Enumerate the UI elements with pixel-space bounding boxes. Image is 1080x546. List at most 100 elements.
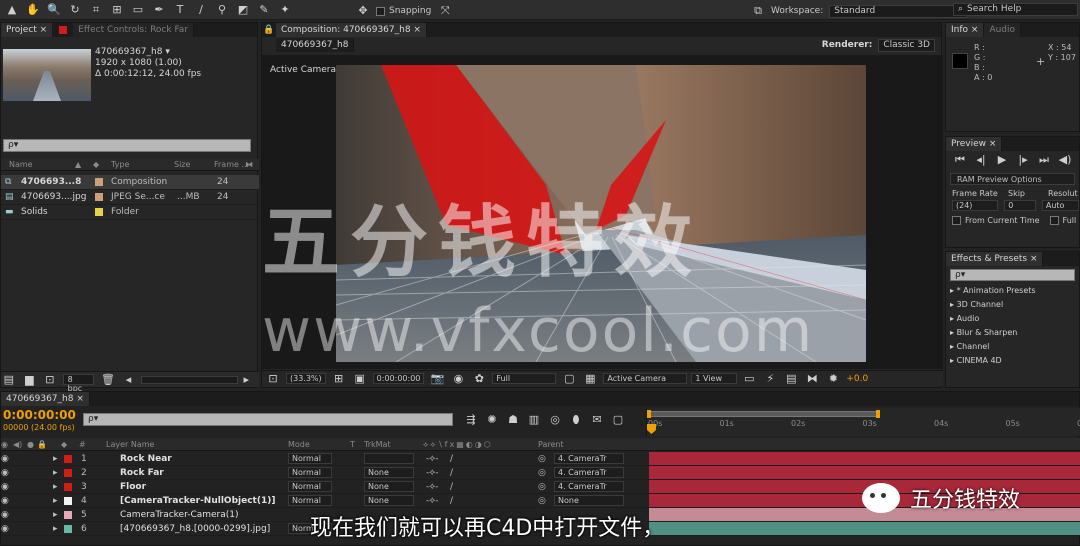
layer-row[interactable]: ◉ ▸ 2 Rock Far Normal None -⟡- ∕ ◎ 4. CameraTr — [1, 466, 1080, 480]
scroll-right-icon[interactable]: ▸ — [238, 372, 254, 388]
workspace-select[interactable]: Standard — [829, 4, 968, 18]
hand-tool-icon[interactable]: ✋ — [25, 2, 41, 18]
effects-category-item[interactable]: ▸ Channel — [950, 340, 1079, 354]
lock-icon[interactable]: 🔒 — [262, 25, 276, 35]
tab-effect-controls[interactable]: Effect Controls: Rock Far — [73, 23, 195, 37]
layer-name[interactable]: Rock Far — [120, 468, 164, 478]
new-composition-icon[interactable]: ⊡ — [42, 372, 58, 388]
tab-timeline[interactable]: 470669367_h8 × — [1, 392, 90, 406]
renderer-select[interactable]: Classic 3D — [878, 38, 935, 52]
project-search-field[interactable]: ρ▾ — [3, 139, 251, 152]
resolution-select[interactable]: Auto — [1041, 200, 1079, 211]
layer-duration-bar[interactable] — [649, 522, 1080, 535]
from-current-time-checkbox[interactable] — [952, 216, 961, 225]
tab-composition[interactable]: Composition: 470669367_h8 × — [276, 23, 427, 37]
effects-category-item[interactable]: ▸ 3D Channel — [950, 298, 1079, 312]
col-frame[interactable]: Frame ... — [214, 160, 249, 169]
comp-frame[interactable] — [336, 65, 866, 362]
quality-icon[interactable]: ∕ — [450, 482, 453, 492]
rectangle-tool-icon[interactable]: ▭ — [130, 2, 146, 18]
tab-info[interactable]: Info × — [946, 23, 985, 37]
visibility-eye-icon[interactable]: ◉ — [1, 454, 9, 464]
time-ruler[interactable]: 00s01s02s03s04s05s06 — [646, 408, 1080, 436]
pen-tool-icon[interactable]: ✒ — [151, 2, 167, 18]
layer-mode-select[interactable]: Normal — [288, 453, 332, 464]
track-matte-select[interactable]: None — [364, 467, 414, 478]
expand-arrow-icon[interactable]: ▸ — [53, 510, 58, 520]
safe-zones-icon[interactable]: ⊞ — [331, 371, 347, 387]
new-folder-icon[interactable]: ▆ — [22, 372, 38, 388]
type-tool-icon[interactable]: T — [172, 2, 188, 18]
layer-mode-select[interactable]: Normal — [288, 481, 332, 492]
expand-arrow-icon[interactable]: ▸ — [53, 482, 58, 492]
timeline-search-field[interactable]: ρ▾ — [83, 413, 453, 426]
effects-category-item[interactable]: ▸ CINEMA 4D — [950, 354, 1079, 368]
col-trkmat[interactable]: TrkMat — [364, 440, 391, 449]
roto-brush-tool-icon[interactable]: ✎ — [256, 2, 272, 18]
layer-name[interactable]: [CameraTracker-NullObject(1)] — [120, 496, 275, 506]
expand-arrow-icon[interactable]: ▸ — [53, 496, 58, 506]
effects-search-field[interactable]: ρ▾ — [950, 269, 1075, 281]
parent-pickwhip-icon[interactable]: ◎ — [538, 468, 546, 478]
axis-mode-icon[interactable]: ✥ — [355, 3, 371, 19]
effects-category-item[interactable]: ▸ Audio — [950, 312, 1079, 326]
quality-icon[interactable]: ∕ — [450, 496, 453, 506]
visibility-eye-icon[interactable]: ◉ — [1, 468, 9, 478]
layer-name[interactable]: [470669367_h8.[0000-0299].jpg] — [120, 524, 270, 534]
tab-project[interactable]: Project × — [1, 23, 54, 37]
channel-icon[interactable]: ✿ — [471, 371, 487, 387]
exposure-value[interactable]: +0.0 — [846, 374, 868, 384]
current-time-field[interactable]: 0:00:00:00 — [372, 373, 425, 384]
zoom-select[interactable]: (33.3%) — [286, 373, 326, 384]
project-scrollbar[interactable] — [141, 375, 239, 384]
layer-label-swatch[interactable] — [64, 483, 72, 491]
layer-name[interactable]: Floor — [120, 482, 146, 492]
zoom-tool-icon[interactable]: 🔍 — [46, 2, 62, 18]
mask-visibility-icon[interactable]: ▣ — [352, 371, 368, 387]
col-layer-name[interactable]: Layer Name — [106, 440, 154, 449]
transparency-grid-icon[interactable]: ▦ — [582, 371, 598, 387]
layer-duration-bar[interactable] — [649, 466, 1080, 479]
eraser-tool-icon[interactable]: ◩ — [235, 2, 251, 18]
brush-tool-icon[interactable]: ∕ — [193, 2, 209, 18]
camera-view-select[interactable]: Active Camera — [603, 373, 688, 384]
live-update-icon[interactable]: ▢ — [610, 412, 626, 428]
col-mode[interactable]: Mode — [288, 440, 310, 449]
visibility-eye-icon[interactable]: ◉ — [1, 496, 9, 506]
layer-name[interactable]: CameraTracker-Camera(1) — [120, 510, 239, 520]
col-size[interactable]: Size — [174, 160, 190, 169]
visibility-eye-icon[interactable]: ◉ — [1, 524, 9, 534]
expand-arrow-icon[interactable]: ▸ — [53, 524, 58, 534]
parent-pickwhip-icon[interactable]: ◎ — [538, 496, 546, 506]
flowchart-icon[interactable]: ⧓ — [804, 371, 820, 387]
visibility-eye-icon[interactable]: ◉ — [1, 482, 9, 492]
next-frame-icon[interactable]: |▸ — [1015, 152, 1031, 168]
track-matte-select[interactable]: None — [364, 481, 414, 492]
effects-category-item[interactable]: ▸ Blur & Sharpen — [950, 326, 1079, 340]
track-matte-select[interactable]: None — [364, 495, 414, 506]
playhead-icon[interactable] — [647, 424, 656, 434]
layer-switch-icon[interactable]: -⟡- — [426, 454, 438, 464]
layer-duration-bar[interactable] — [649, 452, 1080, 465]
fast-previews-icon[interactable]: ⚡ — [762, 371, 778, 387]
tab-preview[interactable]: Preview × — [946, 137, 1003, 151]
layer-switch-icon[interactable]: -⟡- — [426, 468, 438, 478]
skip-select[interactable]: 0 — [1004, 200, 1036, 211]
col-name[interactable]: Name — [9, 160, 33, 169]
layer-label-swatch[interactable] — [64, 525, 72, 533]
camera-tool-icon[interactable]: ⌗ — [88, 2, 104, 18]
parent-select[interactable]: None — [554, 495, 624, 506]
layer-name[interactable]: Rock Near — [120, 454, 172, 464]
frame-blending-icon[interactable]: ▥ — [526, 412, 542, 428]
last-frame-icon[interactable]: ⏭ — [1036, 152, 1052, 168]
brainstorm-icon[interactable]: ✉ — [589, 412, 605, 428]
work-area-end[interactable] — [876, 410, 880, 418]
play-icon[interactable]: ▶ — [994, 152, 1010, 168]
layer-label-swatch[interactable] — [64, 455, 72, 463]
always-preview-icon[interactable]: ⊡ — [265, 371, 281, 387]
selection-tool-icon[interactable]: ▲ — [4, 2, 20, 18]
first-frame-icon[interactable]: ⏮ — [952, 152, 968, 168]
comp-mini-flowchart-icon[interactable]: ⇶ — [463, 412, 479, 428]
project-item[interactable]: ▬ Solids Folder — [1, 205, 259, 220]
graph-editor-icon[interactable]: ⬮ — [568, 412, 584, 428]
